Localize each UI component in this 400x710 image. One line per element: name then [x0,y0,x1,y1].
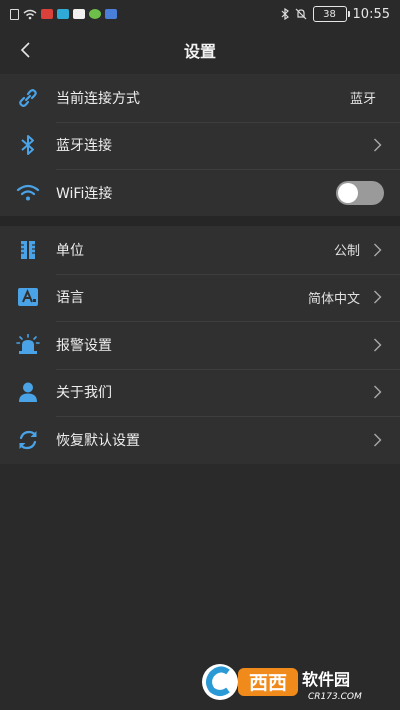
chevron-right-icon [370,433,384,447]
alarm-light-icon [0,321,56,369]
row-restore-defaults[interactable]: 恢复默认设置 [0,416,400,464]
svg-text:西西: 西西 [249,672,287,694]
wifi-icon [0,169,56,217]
bluetooth-icon [0,122,56,170]
row-unit[interactable]: 单位 公制 [0,226,400,274]
wechat-notification-icon [89,9,101,19]
row-label: 恢复默认设置 [56,432,140,449]
wifi-toggle[interactable] [336,180,384,205]
wifi-status-icon [23,9,37,19]
link-icon [0,74,56,122]
header: 设置 [0,28,400,72]
row-right [370,433,400,447]
row-right: 蓝牙 [350,88,400,107]
bluetooth-status-icon [281,8,289,20]
row-right [370,338,400,352]
refresh-icon [0,416,56,464]
status-left [10,8,117,20]
back-button[interactable] [12,36,40,64]
row-label: 关于我们 [56,385,112,402]
row-right: 公制 [334,240,400,259]
chevron-right-icon [370,138,384,152]
chevron-right-icon [370,385,384,399]
mail-notification-icon [73,9,85,19]
row-label: 蓝牙连接 [56,138,112,155]
row-current-connection[interactable]: 当前连接方式 蓝牙 [0,74,400,122]
row-language[interactable]: 语言 简体中文 [0,273,400,322]
row-alarm-settings[interactable]: 报警设置 [0,321,400,369]
app-notification-icon [105,9,117,19]
status-right: 38 10:55 [281,6,390,22]
user-icon [0,369,56,417]
unit-value: 公制 [333,244,360,260]
svg-text:CR173.COM: CR173.COM [308,692,362,702]
sim-icon [10,8,19,20]
mute-status-icon [295,8,306,20]
app-notification-icon [57,9,69,19]
row-right [370,138,400,152]
battery-level: 38 [323,8,336,20]
row-label: 单位 [56,242,84,259]
language-value: 简体中文 [307,291,360,307]
settings-group-connection: 当前连接方式 蓝牙 蓝牙连接 WiFi连接 [0,74,400,217]
chevron-left-icon [20,42,30,58]
svg-text:软件园: 软件园 [302,670,350,689]
language-icon [0,274,56,322]
row-label: 报警设置 [56,337,112,354]
site-watermark-logo: 西西 软件园 CR173.COM [202,664,362,702]
ruler-icon [0,226,56,274]
row-right [370,385,400,399]
row-right: 简体中文 [308,288,400,307]
row-wifi-connection[interactable]: WiFi连接 [0,169,400,217]
row-label: 语言 [56,290,84,307]
status-bar: 38 10:55 [0,0,400,28]
toggle-knob [338,182,358,203]
row-label: WiFi连接 [56,185,113,202]
chevron-right-icon [370,243,384,257]
row-right [336,180,400,205]
row-about-us[interactable]: 关于我们 [0,368,400,417]
settings-group-general: 单位 公制 语言 简体中文 报警设置 关于我们 恢复默认设置 [0,226,400,464]
row-label: 当前连接方式 [56,90,140,107]
status-time: 10:55 [352,6,390,22]
connection-mode-value: 蓝牙 [349,92,376,108]
row-bluetooth-connection[interactable]: 蓝牙连接 [0,121,400,170]
chevron-right-icon [370,338,384,352]
battery-indicator: 38 [312,6,350,22]
chevron-right-icon [370,290,384,304]
group-separator [0,216,400,226]
app-notification-icon [41,9,53,19]
page-title: 设置 [183,42,216,61]
